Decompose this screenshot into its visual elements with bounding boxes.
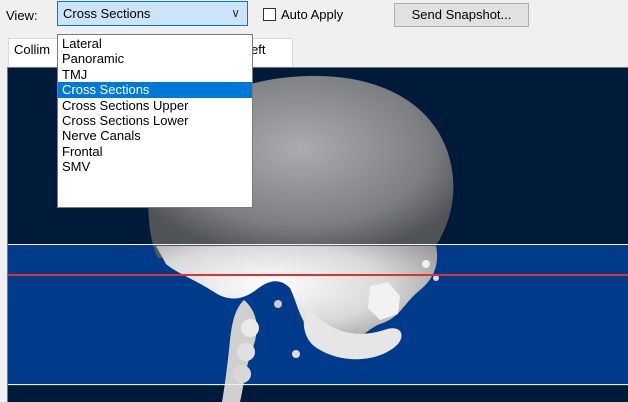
auto-apply-label: Auto Apply <box>281 7 344 22</box>
dropdown-option[interactable]: Cross Sections <box>58 82 252 98</box>
dropdown-option[interactable]: Cross Sections Lower <box>58 113 252 128</box>
section-boundary-top[interactable] <box>8 244 628 245</box>
tab-left[interactable]: eft <box>251 42 265 57</box>
chevron-down-icon[interactable]: ∨ <box>231 2 240 25</box>
dropdown-option[interactable]: Nerve Canals <box>58 128 252 143</box>
view-label: View: <box>6 8 38 23</box>
view-select-value: Cross Sections <box>63 6 151 21</box>
dropdown-option[interactable]: Panoramic <box>58 51 252 66</box>
view-dropdown-list: Lateral Panoramic TMJ Cross Sections Cross S… <box>57 34 253 208</box>
auto-apply-checkbox[interactable]: Auto Apply <box>263 7 343 22</box>
dropdown-option[interactable]: Lateral <box>58 36 252 51</box>
dropdown-option[interactable]: Cross Sections Upper <box>58 98 252 113</box>
dropdown-option[interactable]: Frontal <box>58 144 252 159</box>
dropdown-option[interactable]: SMV <box>58 159 252 174</box>
slice-position-line[interactable] <box>8 274 628 276</box>
tab-collimation[interactable]: Collim <box>14 42 50 57</box>
dropdown-option[interactable]: TMJ <box>58 67 252 82</box>
view-select[interactable]: Cross Sections ∨ <box>57 1 248 26</box>
section-boundary-bottom[interactable] <box>8 384 628 385</box>
checkbox-icon[interactable] <box>263 8 276 21</box>
send-snapshot-button[interactable]: Send Snapshot... <box>394 3 529 27</box>
